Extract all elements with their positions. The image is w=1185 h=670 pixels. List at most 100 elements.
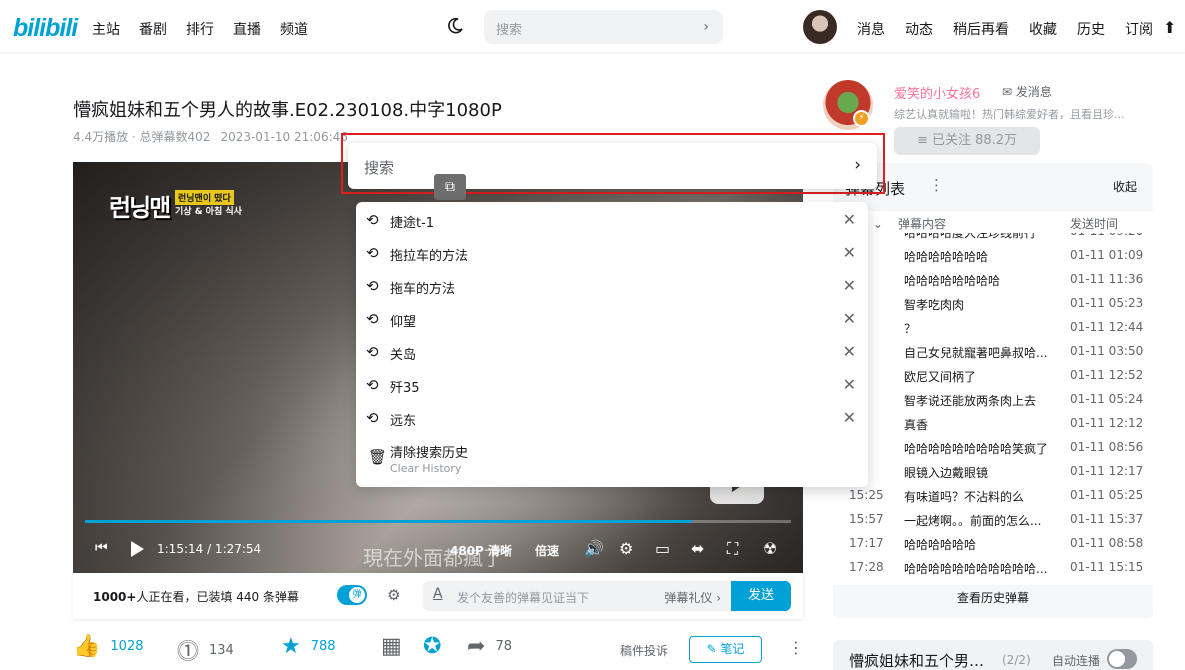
note-button[interactable]: ✎ 笔记 <box>689 636 762 663</box>
autoplay-toggle[interactable] <box>1107 649 1137 669</box>
danmaku-row[interactable]: 03真香01-11 12:12 <box>833 411 1153 435</box>
volume-icon[interactable]: 🔊 <box>584 539 604 558</box>
nav-item-anime[interactable]: 番剧 <box>139 19 167 39</box>
menu-icon: ≡ <box>916 133 932 148</box>
uploader-name[interactable]: 爱笑的小女孩6 <box>894 83 980 102</box>
more-icon[interactable]: ⋮ <box>929 176 944 194</box>
nav-item-history[interactable]: 历史 <box>1077 19 1105 39</box>
close-icon[interactable]: ✕ <box>843 276 856 295</box>
font-style-icon[interactable]: A <box>433 586 443 602</box>
send-message-link[interactable]: ✉ 发消息 <box>1002 83 1052 100</box>
search-history-item[interactable]: ⟲ 关岛 ✕ <box>356 336 868 369</box>
chevron-right-icon[interactable]: › <box>703 19 709 35</box>
danmaku-row[interactable]: 15:25 有味道吗？不沾料的么 01-11 05:25 <box>833 483 1153 507</box>
history-icon: ⟲ <box>366 343 379 361</box>
previous-icon[interactable]: ⏮ <box>95 540 108 556</box>
nav-item-dynamics[interactable]: 动态 <box>905 19 933 39</box>
bilibili-logo[interactable]: bilibili <box>13 14 78 43</box>
search-history-item[interactable]: ⟲ 歼35 ✕ <box>356 369 868 402</box>
upload-icon[interactable]: ⬆ <box>1163 18 1176 37</box>
danmaku-row[interactable]: 16眼镜入边戴眼镜01-11 12:17 <box>833 459 1153 483</box>
close-icon[interactable]: ✕ <box>843 408 856 427</box>
fullscreen-icon[interactable]: ☢ <box>763 539 777 558</box>
coin-button[interactable]: ⓵ 134 <box>177 634 234 666</box>
danmaku-settings-icon[interactable]: ⚙ <box>387 586 400 604</box>
picture-in-picture-icon[interactable]: ▭ <box>655 539 670 558</box>
nav-item-subscriptions[interactable]: 订阅 <box>1125 19 1153 39</box>
watch-later-button[interactable]: ▦ <box>381 634 402 659</box>
report-link[interactable]: 稿件投诉 <box>620 642 668 659</box>
star-bolt-icon: ✪ <box>423 634 442 659</box>
danmaku-input[interactable]: A 发个友善的弹幕见证当下 弹幕礼仪 › <box>423 581 731 611</box>
star-icon: ★ <box>281 634 301 659</box>
nav-item-channel[interactable]: 频道 <box>280 19 308 39</box>
play-count: 4.4万播放 · 总弹幕数402 <box>73 130 211 144</box>
clear-history-button[interactable]: 🗑 清除搜索历史 Clear History <box>356 440 868 484</box>
nav-item-favorites[interactable]: 收藏 <box>1029 19 1057 39</box>
col-sent-time[interactable]: 发送时间 <box>1070 215 1118 232</box>
play-icon[interactable] <box>131 541 144 557</box>
more-icon[interactable]: ⋮ <box>788 638 804 657</box>
search-history-text: 关岛 <box>390 348 417 363</box>
chevron-right-icon[interactable]: › <box>854 155 861 175</box>
widescreen-icon[interactable]: ⬌ <box>691 539 704 558</box>
nav-item-live[interactable]: 直播 <box>233 19 261 39</box>
history-icon: ⟲ <box>366 409 379 427</box>
col-content[interactable]: 弹幕内容 <box>898 215 946 232</box>
follow-button[interactable]: ≡ 已关注 88.2万 <box>894 127 1040 155</box>
danmaku-row[interactable]: 08哈哈哈哈哈哈哈哈哈笑疯了01-11 08:56 <box>833 435 1153 459</box>
danmaku-row[interactable]: 09哈哈哈哈哈哈哈01-11 01:09 <box>833 243 1153 267</box>
search-history-item[interactable]: ⟲ 仰望 ✕ <box>356 303 868 336</box>
close-icon[interactable]: ✕ <box>843 375 856 394</box>
search-history-item[interactable]: ⟲ 拖拉车的方法 ✕ <box>356 237 868 270</box>
send-danmaku-button[interactable]: 发送 <box>731 581 791 611</box>
danmaku-time: 15:57 <box>849 512 884 526</box>
nav-item-ranking[interactable]: 排行 <box>186 19 214 39</box>
danmaku-row[interactable]: 15:57 一起烤啊。。前面的怎么... 01-11 15:37 <box>833 507 1153 531</box>
favorite-button[interactable]: ★ 788 <box>281 634 336 659</box>
close-icon[interactable]: ✕ <box>843 243 856 262</box>
search-placeholder: 搜索 <box>364 159 395 177</box>
header-search-input[interactable]: 搜索 › <box>484 10 723 44</box>
quality-button[interactable]: 480P 清晰 <box>450 542 512 559</box>
speed-button[interactable]: 倍速 <box>535 542 559 559</box>
close-icon[interactable]: ✕ <box>843 309 856 328</box>
danmaku-row[interactable]: 12哈哈哈哈哈哈哈哈01-11 11:36 <box>833 267 1153 291</box>
screenshot-icon[interactable]: ⧉ <box>434 174 466 200</box>
search-history-item[interactable]: ⟲ 捷途t-1 ✕ <box>356 204 868 237</box>
search-input[interactable]: 搜索 › <box>348 143 877 189</box>
view-history-danmaku-button[interactable]: 查看历史弹幕 <box>833 589 1153 606</box>
collapse-button[interactable]: 收起 <box>1113 178 1137 195</box>
search-history-item[interactable]: ⟲ 拖车的方法 ✕ <box>356 270 868 303</box>
danmaku-row[interactable]: 33欧尼又间柄了01-11 12:52 <box>833 363 1153 387</box>
search-history-text: 仰望 <box>390 315 417 330</box>
triple-button[interactable]: ✪ <box>423 634 441 659</box>
like-button[interactable]: 👍 1028 <box>73 634 144 659</box>
danmaku-row[interactable]: 38智孝说还能放两条肉上去01-11 05:24 <box>833 387 1153 411</box>
nav-item-home[interactable]: 主站 <box>92 19 120 39</box>
close-icon[interactable]: ✕ <box>843 210 856 229</box>
search-history-item[interactable]: ⟲ 远东 ✕ <box>356 402 868 435</box>
danmaku-row[interactable]: 17:28 哈哈哈哈哈哈哈哈哈哈哈... 01-11 15:15 <box>833 555 1153 579</box>
danmaku-row[interactable]: 28自己女兒就寵著吧鼻叔哈...01-11 03:50 <box>833 339 1153 363</box>
show-logo-tag: 런닝맨이 떴다 <box>175 190 234 205</box>
show-logo-sub: 기상 & 아침 식사 <box>175 207 242 217</box>
danmaku-sent-time: 01-11 05:24 <box>1070 392 1144 406</box>
playlist-title[interactable]: 懵疯姐妹和五个男人的故事 <box>849 650 994 670</box>
danmaku-etiquette-link[interactable]: 弹幕礼仪 › <box>664 589 721 606</box>
danmaku-toggle[interactable]: 弹 <box>337 585 367 605</box>
fullscreen-page-icon[interactable]: ⛶ <box>727 539 738 559</box>
close-icon[interactable]: ✕ <box>843 342 856 361</box>
nav-item-watch-later[interactable]: 稍后再看 <box>953 19 1009 39</box>
user-avatar[interactable] <box>803 10 837 44</box>
danmaku-row[interactable]: 17:17 哈哈哈哈哈哈 01-11 08:58 <box>833 531 1153 555</box>
moon-icon[interactable] <box>446 17 464 35</box>
settings-icon[interactable]: ⚙ <box>619 539 633 558</box>
share-button[interactable]: ➦ 78 <box>467 634 512 659</box>
danmaku-row[interactable]: 14智孝吃肉肉01-11 05:23 <box>833 291 1153 315</box>
danmaku-content: 哈哈哈哈哈哈 <box>904 538 977 552</box>
progress-bar[interactable] <box>85 520 791 523</box>
danmaku-row[interactable]: 16？01-11 12:44 <box>833 315 1153 339</box>
nav-item-messages[interactable]: 消息 <box>857 19 885 39</box>
danmaku-row[interactable]: 哈哈哈哈度大注珍线前行 01-11 09:20 <box>833 233 1153 243</box>
